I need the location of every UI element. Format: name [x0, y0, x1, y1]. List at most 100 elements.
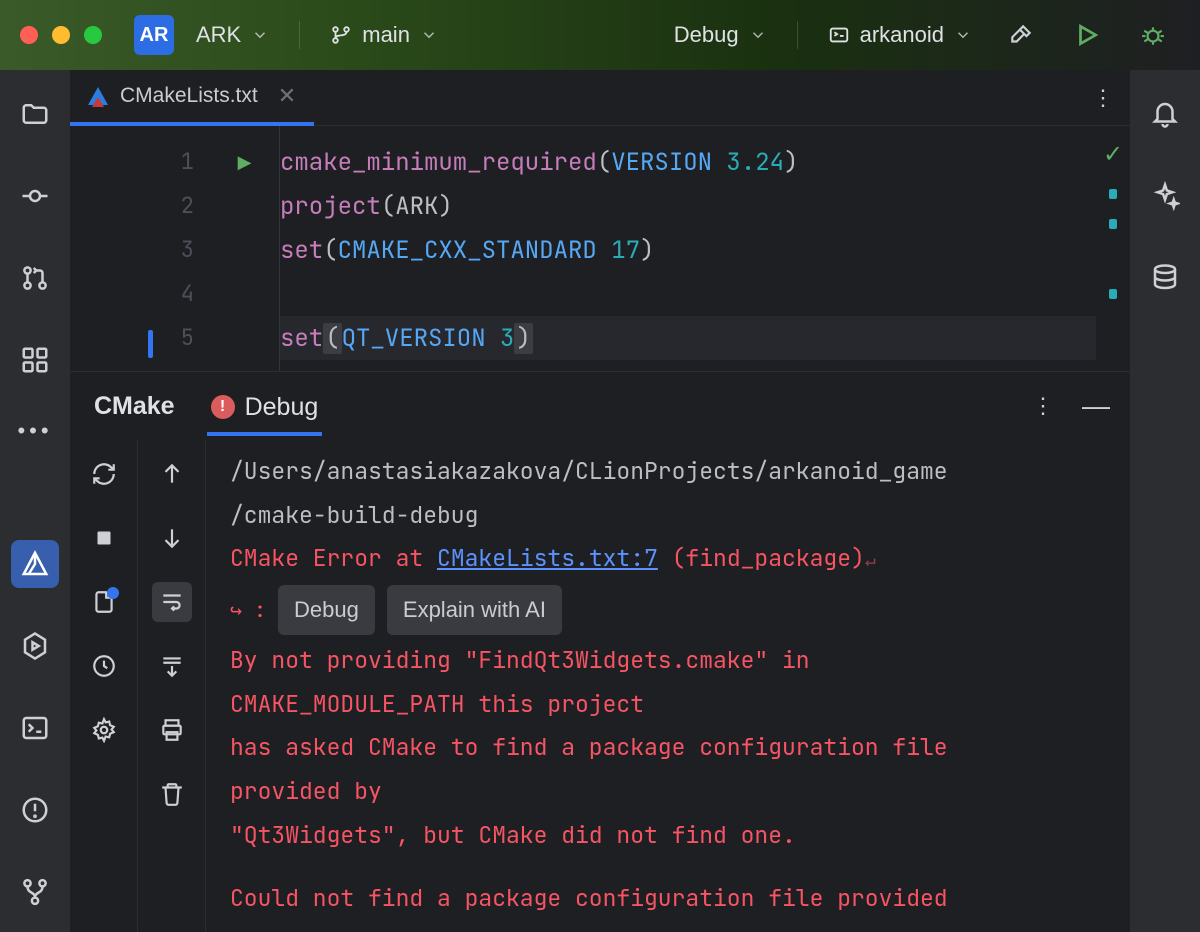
- run-target-selector[interactable]: arkanoid: [818, 16, 982, 54]
- ai-assistant-button[interactable]: [1141, 172, 1189, 220]
- print-button[interactable]: [152, 710, 192, 750]
- reload-button[interactable]: [84, 454, 124, 494]
- soft-wrap-icon: [159, 589, 185, 615]
- error-badge-icon: !: [211, 395, 235, 419]
- cmake-tool-button[interactable]: [11, 540, 59, 588]
- editor-tab-bar: CMakeLists.txt ✕ ⋮: [70, 70, 1130, 126]
- notifications-button[interactable]: [1141, 90, 1189, 138]
- inspection-ok-icon[interactable]: ✓: [1096, 140, 1130, 169]
- panel-options-icon[interactable]: ⋮: [1032, 393, 1054, 419]
- left-tool-rail: •••: [0, 70, 70, 932]
- debug-tab[interactable]: ! Debug: [207, 387, 323, 436]
- chevron-down-icon: [251, 26, 269, 44]
- right-tool-rail: [1130, 70, 1200, 932]
- sparkle-icon: [1150, 181, 1180, 211]
- hexagon-play-icon: [20, 631, 50, 661]
- panel-minimize-icon[interactable]: —: [1082, 390, 1110, 422]
- clear-button[interactable]: [152, 774, 192, 814]
- cmake-settings-file-button[interactable]: [84, 582, 124, 622]
- structure-icon: [20, 345, 50, 375]
- arrow-up-icon: [159, 461, 185, 487]
- stop-icon: [91, 525, 117, 551]
- more-tools-button[interactable]: •••: [17, 418, 52, 444]
- console-chips-row: ↪ : Debug Explain with AI: [230, 585, 1106, 635]
- services-tool-button[interactable]: [11, 622, 59, 670]
- build-config-label: Debug: [674, 22, 739, 48]
- vcs-tool-button[interactable]: [11, 868, 59, 916]
- close-window-button[interactable]: [20, 26, 38, 44]
- print-icon: [159, 717, 185, 743]
- reload-icon: [91, 461, 117, 487]
- debug-icon[interactable]: [1140, 22, 1166, 48]
- editor-tab-cmakelists[interactable]: CMakeLists.txt ✕: [70, 70, 314, 126]
- soft-wrap-button[interactable]: [152, 582, 192, 622]
- bottom-panel: CMake ! Debug ⋮ —: [70, 371, 1130, 932]
- scroll-down-button[interactable]: [152, 518, 192, 558]
- editor-gutter: 1 2 3 4 5 ▶: [70, 126, 280, 371]
- cmake-console[interactable]: /Users/anastasiakazakova/CLionProjects/a…: [206, 440, 1130, 932]
- build-config-selector[interactable]: Debug: [664, 16, 777, 54]
- error-file-link[interactable]: CMakeLists.txt:7: [437, 543, 658, 573]
- cmake-cache-button[interactable]: [84, 646, 124, 686]
- gutter-icons: ▶: [210, 126, 280, 371]
- chevron-down-icon: [954, 26, 972, 44]
- folder-icon: [20, 99, 50, 129]
- bell-icon: [1150, 99, 1180, 129]
- project-badge: AR: [134, 15, 174, 55]
- console-error-body: has asked CMake to find a package config…: [230, 726, 1106, 770]
- main-area: ••• CMakeLists.txt ✕ ⋮ 1 2: [0, 70, 1200, 932]
- scroll-end-icon: [159, 653, 185, 679]
- problems-tool-button[interactable]: [11, 786, 59, 834]
- terminal-icon: [20, 713, 50, 743]
- console-error-line: CMake Error at CMakeLists.txt:7 (find_pa…: [230, 537, 1106, 581]
- maximize-window-button[interactable]: [84, 26, 102, 44]
- editor-more-icon[interactable]: ⋮: [1092, 85, 1114, 111]
- editor-minimap: ✓: [1096, 126, 1130, 371]
- pull-requests-button[interactable]: [11, 254, 59, 302]
- gear-icon: [91, 717, 117, 743]
- structure-tool-button[interactable]: [11, 336, 59, 384]
- debug-chip[interactable]: Debug: [278, 585, 375, 635]
- line-numbers: 1 2 3 4 5: [70, 126, 210, 371]
- cmake-options-button[interactable]: [84, 710, 124, 750]
- explain-ai-chip[interactable]: Explain with AI: [387, 585, 562, 635]
- project-name-label: ARK: [196, 22, 241, 48]
- console-path-line: /Users/anastasiakazakova/CLionProjects/a…: [230, 450, 1106, 494]
- terminal-tool-button[interactable]: [11, 704, 59, 752]
- run-icon[interactable]: [1074, 22, 1100, 48]
- bottom-panel-body: /Users/anastasiakazakova/CLionProjects/a…: [70, 440, 1130, 932]
- build-hammer-icon[interactable]: [1008, 22, 1034, 48]
- branch-name-label: main: [362, 22, 410, 48]
- cmake-toolbar-secondary: [138, 440, 206, 932]
- run-gutter-icon[interactable]: ▶: [238, 152, 252, 173]
- warning-circle-icon: [20, 795, 50, 825]
- titlebar: AR ARK main Debug arkanoid: [0, 0, 1200, 70]
- window-controls: [20, 26, 102, 44]
- debug-tab-label: Debug: [245, 393, 319, 422]
- git-branch-icon: [20, 877, 50, 907]
- database-button[interactable]: [1141, 254, 1189, 302]
- clock-icon: [91, 653, 117, 679]
- chevron-down-icon: [749, 26, 767, 44]
- branch-selector[interactable]: main: [320, 16, 448, 54]
- project-tool-button[interactable]: [11, 90, 59, 138]
- console-error-body: By not providing "FindQt3Widgets.cmake" …: [230, 639, 1106, 683]
- run-target-label: arkanoid: [860, 22, 944, 48]
- close-tab-icon[interactable]: ✕: [278, 83, 296, 109]
- cmake-tab[interactable]: CMake: [90, 386, 179, 427]
- bottom-panel-tabs: CMake ! Debug ⋮ —: [70, 372, 1130, 440]
- code-content[interactable]: cmake_minimum_required(VERSION 3.24) pro…: [280, 126, 1096, 371]
- code-editor[interactable]: 1 2 3 4 5 ▶ cmake_minimum_required(VERSI…: [70, 126, 1130, 371]
- stop-button[interactable]: [84, 518, 124, 558]
- scroll-up-button[interactable]: [152, 454, 192, 494]
- commit-tool-button[interactable]: [11, 172, 59, 220]
- minimize-window-button[interactable]: [52, 26, 70, 44]
- project-selector[interactable]: ARK: [186, 16, 279, 54]
- terminal-icon: [828, 24, 850, 46]
- console-error-body: Could not find a package configuration f…: [230, 877, 1106, 921]
- database-icon: [1150, 263, 1180, 293]
- center-panel: CMakeLists.txt ✕ ⋮ 1 2 3 4 5 ▶: [70, 70, 1130, 932]
- console-error-body: CMAKE_MODULE_PATH this project: [230, 683, 1106, 727]
- console-error-body: "Qt3Widgets", but CMake did not find one…: [230, 814, 1106, 858]
- scroll-to-end-button[interactable]: [152, 646, 192, 686]
